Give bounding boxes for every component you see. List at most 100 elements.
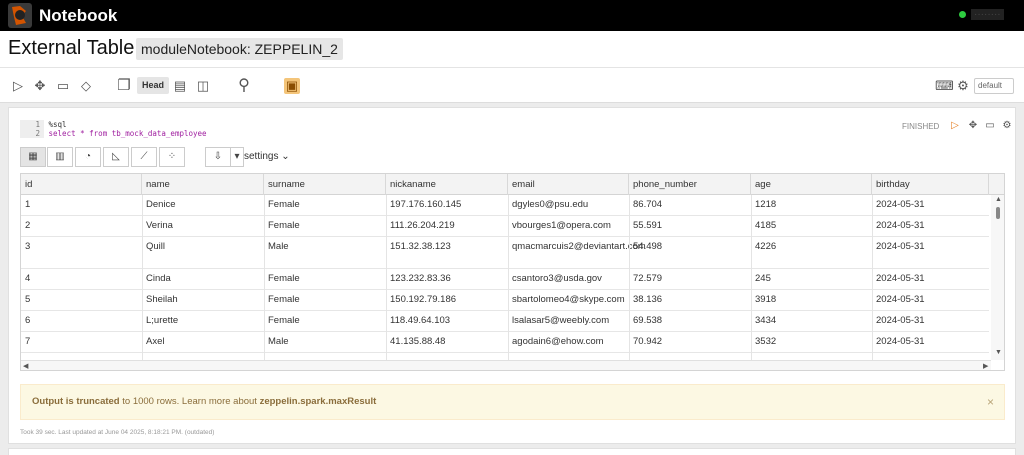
table-cell: 123.232.83.36 — [390, 273, 451, 284]
notice-bold: Output is truncated — [32, 396, 120, 407]
table-cell: sbartolomeo4@skype.com — [512, 294, 625, 305]
table-cell: 4185 — [755, 220, 777, 231]
column-divider — [264, 195, 265, 360]
table-cell: 5 — [25, 294, 31, 305]
table-row: 2 Verina Female 111.26.204.219 vbourges1@ope… — [21, 216, 989, 237]
head-button[interactable]: Head — [137, 77, 170, 94]
code-line-text: %sql — [48, 120, 67, 129]
table-view-icon[interactable]: ▦ — [20, 147, 46, 167]
settings-dropdown[interactable]: settings ⌄ — [244, 151, 290, 162]
column-header[interactable]: id — [21, 174, 142, 195]
gear-icon[interactable]: ⚙ — [955, 78, 971, 94]
table-cell: 151.32.38.123 — [390, 241, 451, 252]
scroll-thumb[interactable] — [996, 207, 1000, 219]
column-divider — [386, 195, 387, 360]
table-cell: 2024-05-31 — [876, 220, 925, 231]
book-icon[interactable]: ▭ — [55, 78, 71, 94]
column-divider — [508, 195, 509, 360]
interpreter-select[interactable]: default — [974, 78, 1014, 94]
table-cell: dgyles0@psu.edu — [512, 199, 589, 210]
paragraph-footer: Took 39 sec. Last updated at June 04 202… — [20, 429, 215, 436]
clone-icon[interactable]: ❐ — [116, 78, 132, 94]
table-row: 7 Axel Male 41.135.88.48 agodain6@ehow.com 70… — [21, 332, 989, 353]
area-chart-icon[interactable]: ◺ — [103, 147, 129, 167]
zeppelin-logo-icon[interactable] — [8, 3, 32, 28]
user-menu[interactable]: ········ — [971, 9, 1004, 20]
table-row: 1 Denice Female 197.176.160.145 dgyles0@psu.… — [21, 195, 989, 216]
layout-icon[interactable]: ◫ — [195, 78, 211, 94]
download-icon[interactable]: ⇩ — [205, 147, 231, 167]
table-cell: 38.136 — [633, 294, 663, 305]
table-cell: 2024-05-31 — [876, 315, 925, 326]
table-cell: Female — [268, 199, 300, 210]
export-icon[interactable]: ▤ — [172, 78, 188, 94]
table-cell: Quill — [146, 241, 166, 252]
scroll-right-icon[interactable]: ▶ — [983, 362, 988, 370]
table-cell: 2 — [25, 220, 31, 231]
column-header[interactable]: phone_number — [629, 174, 751, 195]
table-cell: Verina — [146, 220, 173, 231]
table-cell: 2024-05-31 — [876, 336, 925, 347]
table-cell: 2024-05-31 — [876, 241, 925, 252]
status-badge: FINISHED — [902, 122, 940, 131]
table-cell: Female — [268, 273, 300, 284]
line-chart-icon[interactable]: ⟋ — [131, 147, 157, 167]
table-cell: Female — [268, 315, 300, 326]
table-cell: Cinda — [146, 273, 171, 284]
bar-chart-icon[interactable]: ▥ — [47, 147, 73, 167]
column-header[interactable]: surname — [264, 174, 386, 195]
scroll-left-icon[interactable]: ◀ — [23, 362, 28, 370]
scroll-down-icon[interactable]: ▼ — [995, 349, 1002, 356]
table-cell: 7 — [25, 336, 31, 347]
table-cell: 2024-05-31 — [876, 294, 925, 305]
table-cell: 54.498 — [633, 241, 663, 252]
book-icon[interactable]: ▭ — [984, 120, 996, 132]
column-header[interactable]: email — [508, 174, 629, 195]
notice-text: to 1000 rows. Learn more about — [119, 396, 260, 407]
hide-code-icon[interactable]: ✥ — [32, 78, 48, 94]
run-paragraph-icon[interactable]: ▷ — [949, 120, 961, 132]
code-editor[interactable]: 1 %sql 2 select * from tb_mock_data_empl… — [20, 120, 420, 142]
schedule-icon[interactable]: ▣ — [284, 78, 300, 94]
scroll-up-icon[interactable]: ▲ — [995, 196, 1002, 203]
column-header[interactable]: name — [142, 174, 264, 195]
table-cell: 2024-05-31 — [876, 199, 925, 210]
search-icon[interactable]: ⚲ — [236, 78, 252, 94]
horizontal-scrollbar[interactable]: ◀ ▶ — [21, 360, 991, 370]
table-cell: 3434 — [755, 315, 777, 326]
notebook-toolbar: ▷ ✥ ▭ ◇ ❐ Head ▤ ◫ ⚲ ▣ ⌨ ⚙ default — [0, 67, 1024, 103]
hide-code-icon[interactable]: ✥ — [967, 120, 979, 132]
notebook-title[interactable]: External Table — [8, 37, 134, 60]
column-header[interactable]: nickaname — [386, 174, 508, 195]
table-cell: 3532 — [755, 336, 777, 347]
column-divider — [629, 195, 630, 360]
table-cell: Female — [268, 220, 300, 231]
chevron-down-icon[interactable]: ▾ — [230, 147, 244, 167]
table-cell: 111.26.204.219 — [390, 220, 455, 231]
table-cell: L;urette — [146, 315, 179, 326]
table-cell: Male — [268, 336, 289, 347]
notice-link[interactable]: zeppelin.spark.maxResult — [260, 396, 377, 407]
settings-label: settings — [244, 151, 279, 162]
close-icon[interactable]: × — [987, 385, 994, 419]
table-cell: 245 — [755, 273, 771, 284]
column-header[interactable]: birthday — [872, 174, 989, 195]
gear-icon[interactable]: ⚙ — [1001, 120, 1013, 132]
run-all-icon[interactable]: ▷ — [10, 78, 26, 94]
table-cell: 70.942 — [633, 336, 663, 347]
column-divider — [142, 195, 143, 360]
eraser-icon[interactable]: ◇ — [78, 78, 94, 94]
column-header[interactable]: age — [751, 174, 872, 195]
table-cell: qmacmarcuis2@deviantart.com — [512, 241, 646, 252]
keyboard-icon[interactable]: ⌨ — [935, 78, 954, 94]
module-chip: moduleNotebook: ZEPPELIN_2 — [136, 38, 343, 60]
scatter-chart-icon[interactable]: ⁘ — [159, 147, 185, 167]
pie-chart-icon[interactable]: ◔ — [75, 147, 101, 167]
table-cell: 69.538 — [633, 315, 663, 326]
table-cell: 86.704 — [633, 199, 663, 210]
result-table[interactable]: id name surname nickaname email phone_number a… — [20, 173, 1005, 371]
table-cell: 1 — [25, 199, 31, 210]
vertical-scrollbar[interactable]: ▲ ▼ — [991, 195, 1004, 360]
app-name[interactable]: Notebook — [39, 6, 117, 26]
table-cell: 197.176.160.145 — [390, 199, 462, 210]
